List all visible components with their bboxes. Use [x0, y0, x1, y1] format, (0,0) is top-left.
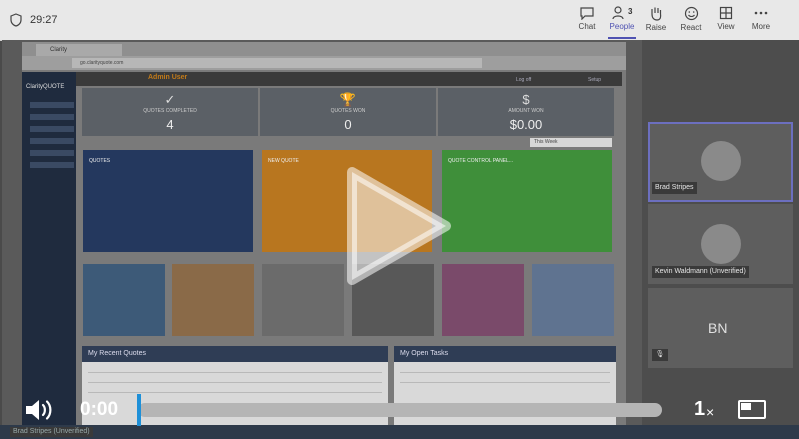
- table-row: [88, 372, 382, 373]
- view-icon: [719, 6, 733, 20]
- chat-label: Chat: [578, 22, 596, 31]
- setup-link: Setup: [588, 77, 602, 83]
- photo-tile: [172, 264, 254, 336]
- table-row: [400, 382, 610, 383]
- progress-thumb[interactable]: [137, 394, 141, 426]
- avatar-icon: [701, 141, 741, 181]
- meeting-timer: 29:27: [30, 14, 58, 26]
- stat-value: 0: [344, 117, 352, 132]
- sidebar-item: [30, 162, 74, 168]
- windows-taskbar: [0, 425, 799, 439]
- sidebar-item: [30, 102, 74, 108]
- open-tasks-title: My Open Tasks: [400, 350, 449, 357]
- view-button[interactable]: View: [706, 6, 746, 38]
- shield-icon: [10, 13, 22, 27]
- admin-user-title: Admin User: [148, 74, 188, 81]
- browser-url-bar: go.clarityquote.com: [72, 58, 482, 68]
- people-count-badge: 3: [628, 7, 633, 16]
- react-icon: [684, 6, 698, 21]
- check-icon: ✓: [164, 92, 176, 107]
- volume-icon[interactable]: [24, 396, 54, 424]
- more-label: More: [751, 22, 771, 31]
- more-button[interactable]: More: [741, 6, 781, 38]
- active-tab-indicator: [608, 37, 636, 39]
- pip-icon: [741, 403, 751, 410]
- dollar-icon: $: [522, 92, 530, 107]
- stat-card-amount: $ AMOUNT WON $0.00: [438, 88, 614, 136]
- tile-quotes: QUOTES: [83, 150, 253, 252]
- react-label: React: [680, 23, 702, 32]
- chat-button[interactable]: Chat: [567, 6, 607, 38]
- participant-name: Brad Stripes: [652, 182, 697, 194]
- table-row: [88, 392, 382, 393]
- avatar-icon: [701, 224, 741, 264]
- photo-tile: [442, 264, 524, 336]
- raise-hand-icon: [651, 7, 662, 21]
- chat-icon: [580, 7, 594, 20]
- stat-label: QUOTES WON: [330, 108, 366, 114]
- stat-label: QUOTES COMPLETED: [143, 108, 197, 114]
- raise-label: Raise: [645, 23, 667, 32]
- table-row: [88, 382, 382, 383]
- more-icon: [754, 11, 768, 15]
- speed-multiplier-sign: ×: [706, 404, 715, 420]
- tile-label: NEW QUOTE: [268, 158, 299, 164]
- raise-hand-button[interactable]: Raise: [636, 6, 676, 38]
- browser-tab: Clarity: [36, 44, 122, 56]
- sidebar-item: [30, 138, 74, 144]
- participant-name: Kevin Waldmann (Unverified): [652, 266, 749, 278]
- current-time: 0:00: [80, 399, 119, 420]
- view-label: View: [717, 22, 735, 31]
- stat-card-won: 🏆 QUOTES WON 0: [260, 88, 436, 136]
- sidebar-item: [30, 150, 74, 156]
- tile-label: QUOTES: [89, 158, 111, 164]
- stat-value: 4: [166, 117, 174, 132]
- progress-track[interactable]: [138, 403, 662, 417]
- tile-quote-control-panel: QUOTE CONTROL PANEL...: [442, 150, 612, 252]
- stat-card-completed: ✓ QUOTES COMPLETED 4: [82, 88, 258, 136]
- stat-value: $0.00: [509, 117, 543, 132]
- play-icon[interactable]: [344, 166, 454, 286]
- log-off-link: Log off: [516, 77, 532, 83]
- tile-label: QUOTE CONTROL PANEL...: [448, 158, 514, 164]
- participant-initials: BN: [708, 320, 728, 336]
- photo-tile: [83, 264, 165, 336]
- muted-mic-icon: 🎙: [652, 349, 668, 361]
- sidebar-item: [30, 126, 74, 132]
- period-filter-select: This Week: [530, 138, 612, 147]
- screen-share-label: Brad Stripes (Unverified): [10, 427, 93, 437]
- playback-speed-button[interactable]: 1: [694, 398, 705, 421]
- trophy-icon: 🏆: [339, 92, 357, 107]
- photo-tile: [532, 264, 614, 336]
- app-logo: ClarityQUOTE: [26, 84, 65, 90]
- photo-tile: [262, 264, 344, 336]
- recent-quotes-title: My Recent Quotes: [88, 350, 146, 357]
- react-button[interactable]: React: [671, 6, 711, 38]
- table-row: [400, 372, 610, 373]
- sidebar-item: [30, 114, 74, 120]
- stat-label: AMOUNT WON: [508, 108, 544, 114]
